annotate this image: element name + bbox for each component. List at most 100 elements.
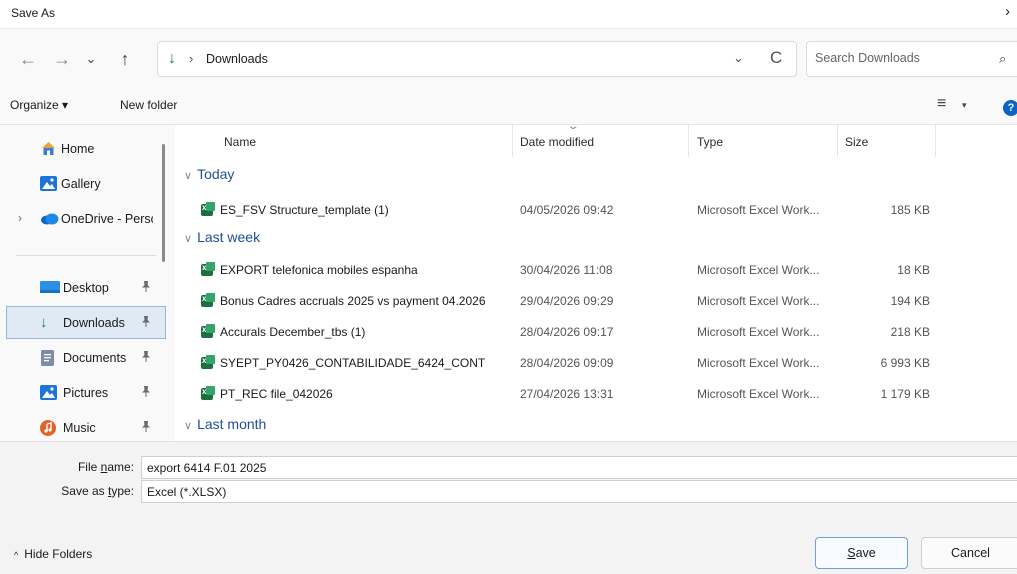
column-divider[interactable] bbox=[837, 125, 838, 157]
collapse-chevron-icon: ∨ bbox=[184, 170, 193, 182]
sidebar-item-label: Documents bbox=[63, 351, 127, 365]
recent-locations-chevron-icon[interactable]: ⌄ bbox=[79, 45, 103, 73]
file-type: Microsoft Excel Work... bbox=[697, 203, 820, 217]
refresh-icon[interactable]: C bbox=[770, 48, 782, 68]
search-box[interactable]: ⌕ bbox=[806, 41, 1017, 77]
save-button[interactable]: Save bbox=[815, 537, 908, 569]
file-name-input[interactable] bbox=[147, 461, 747, 475]
group-header-last-week[interactable]: ∨ Last week bbox=[184, 229, 260, 245]
pin-icon[interactable] bbox=[141, 281, 151, 295]
file-row[interactable]: EXPORT telefonica mobiles espanha 30/04/… bbox=[175, 256, 1017, 284]
file-size: 194 KB bbox=[890, 294, 930, 308]
hide-folders-label: Hide Folders bbox=[24, 547, 93, 561]
file-date: 04/05/2026 09:42 bbox=[520, 203, 614, 217]
file-date: 28/04/2026 09:09 bbox=[520, 356, 614, 370]
new-folder-button[interactable]: New folder bbox=[120, 98, 177, 112]
file-row[interactable]: Accurals December_tbs (1) 28/04/2026 09:… bbox=[175, 318, 1017, 346]
file-row[interactable]: PT_REC file_042026 27/04/2026 13:31 Micr… bbox=[175, 380, 1017, 408]
sidebar-item-music[interactable]: Music bbox=[0, 413, 160, 443]
title-bar: Save As › bbox=[0, 0, 1017, 29]
column-divider[interactable] bbox=[688, 125, 689, 157]
sidebar-item-label: Gallery bbox=[61, 177, 101, 191]
column-header-size[interactable]: Size bbox=[845, 135, 868, 149]
file-name: Bonus Cadres accruals 2025 vs payment 04… bbox=[220, 294, 486, 308]
back-arrow-icon[interactable]: ← bbox=[16, 45, 40, 73]
file-date: 28/04/2026 09:17 bbox=[520, 325, 614, 339]
sidebar-item-label: Pictures bbox=[63, 386, 109, 400]
sidebar-item-gallery[interactable]: Gallery bbox=[0, 169, 160, 199]
excel-file-icon bbox=[201, 324, 215, 338]
column-header-date-modified[interactable]: Date modified bbox=[520, 135, 594, 149]
sidebar-item-label: Desktop bbox=[63, 281, 109, 295]
organize-menu-button[interactable]: Organize ▾ bbox=[10, 98, 68, 112]
breadcrumb-separator-icon[interactable]: › bbox=[189, 51, 193, 66]
file-type: Microsoft Excel Work... bbox=[697, 356, 820, 370]
hide-folders-button[interactable]: ^ Hide Folders bbox=[14, 547, 92, 561]
search-input[interactable] bbox=[815, 51, 975, 65]
help-icon[interactable]: ? bbox=[1003, 100, 1017, 116]
breadcrumb-downloads[interactable]: Downloads bbox=[206, 52, 268, 66]
downloads-location-icon: ↓ bbox=[168, 50, 176, 67]
file-row[interactable]: SYEPT_PY0426_CONTABILIDADE_6424_CONT 28/… bbox=[175, 349, 1017, 377]
column-header-name[interactable]: Name bbox=[224, 135, 256, 149]
file-size: 18 KB bbox=[897, 263, 930, 277]
sidebar-scrollbar[interactable] bbox=[162, 144, 165, 262]
documents-icon bbox=[40, 350, 57, 366]
excel-file-icon bbox=[201, 202, 215, 216]
gallery-icon bbox=[40, 176, 57, 191]
desktop-icon bbox=[40, 280, 60, 295]
sidebar-item-pictures[interactable]: Pictures bbox=[0, 378, 160, 408]
file-name-field[interactable] bbox=[141, 456, 1017, 479]
cloud-icon bbox=[40, 211, 59, 226]
save-as-type-select[interactable]: Excel (*.XLSX) bbox=[141, 480, 1017, 503]
up-arrow-icon[interactable]: ↑ bbox=[113, 45, 137, 73]
collapse-chevron-icon: ∨ bbox=[184, 420, 193, 432]
file-size: 6 993 KB bbox=[880, 356, 930, 370]
column-divider[interactable] bbox=[512, 125, 513, 157]
file-row[interactable]: ES_FSV Structure_template (1) 04/05/2026… bbox=[175, 196, 1017, 224]
address-dropdown-icon[interactable]: ⌄ bbox=[733, 50, 744, 66]
view-options-icon[interactable]: ≡ bbox=[937, 95, 946, 113]
sort-chevron-icon: ⌄ bbox=[566, 125, 580, 132]
group-header-last-month[interactable]: ∨ Last month bbox=[184, 416, 266, 432]
pictures-icon bbox=[40, 385, 57, 400]
excel-file-icon bbox=[201, 386, 215, 400]
group-label: Today bbox=[197, 166, 235, 182]
sidebar-item-home[interactable]: Home bbox=[0, 134, 160, 164]
excel-file-icon bbox=[201, 355, 215, 369]
save-as-type-value: Excel (*.XLSX) bbox=[147, 485, 227, 499]
address-bar[interactable]: ↓ › Downloads ⌄ C bbox=[157, 41, 797, 77]
forward-arrow-icon[interactable]: → bbox=[50, 45, 74, 73]
close-icon[interactable]: › bbox=[1005, 3, 1017, 20]
sidebar-item-desktop[interactable]: Desktop bbox=[0, 273, 160, 303]
column-headers: Name ⌄ Date modified Type Size bbox=[175, 125, 1017, 159]
file-type: Microsoft Excel Work... bbox=[697, 263, 820, 277]
group-header-today[interactable]: ∨ Today bbox=[184, 166, 234, 182]
file-name-label: File name: bbox=[77, 460, 134, 474]
column-divider[interactable] bbox=[935, 125, 936, 157]
file-size: 218 KB bbox=[890, 325, 930, 339]
column-header-type[interactable]: Type bbox=[697, 135, 723, 149]
file-name: PT_REC file_042026 bbox=[220, 387, 333, 401]
home-icon bbox=[40, 141, 57, 156]
collapse-caret-icon: ^ bbox=[14, 550, 19, 560]
pin-icon[interactable] bbox=[141, 421, 151, 435]
window-title: Save As bbox=[11, 6, 56, 20]
navigation-pane: Home Gallery › OneDrive - Perso Desktop … bbox=[0, 125, 175, 441]
expand-chevron-icon[interactable]: › bbox=[18, 211, 22, 225]
file-size: 1 179 KB bbox=[880, 387, 930, 401]
sidebar-item-label: Home bbox=[61, 142, 95, 156]
sidebar-item-downloads[interactable]: ↓ Downloads bbox=[6, 306, 166, 339]
sidebar-item-onedrive[interactable]: › OneDrive - Perso bbox=[0, 204, 162, 234]
view-dropdown-icon[interactable]: ▾ bbox=[962, 100, 967, 111]
pin-icon[interactable] bbox=[141, 386, 151, 400]
pin-icon[interactable] bbox=[141, 316, 151, 330]
search-icon[interactable]: ⌕ bbox=[999, 51, 1006, 67]
save-as-type-label: Save as type: bbox=[61, 484, 134, 498]
sidebar-item-documents[interactable]: Documents bbox=[0, 343, 160, 373]
pin-icon[interactable] bbox=[141, 351, 151, 365]
file-row[interactable]: Bonus Cadres accruals 2025 vs payment 04… bbox=[175, 287, 1017, 315]
save-form: File name: Save as type: Excel (*.XLSX) … bbox=[0, 441, 1017, 574]
cancel-button[interactable]: Cancel bbox=[921, 537, 1017, 569]
download-icon: ↓ bbox=[40, 314, 48, 331]
